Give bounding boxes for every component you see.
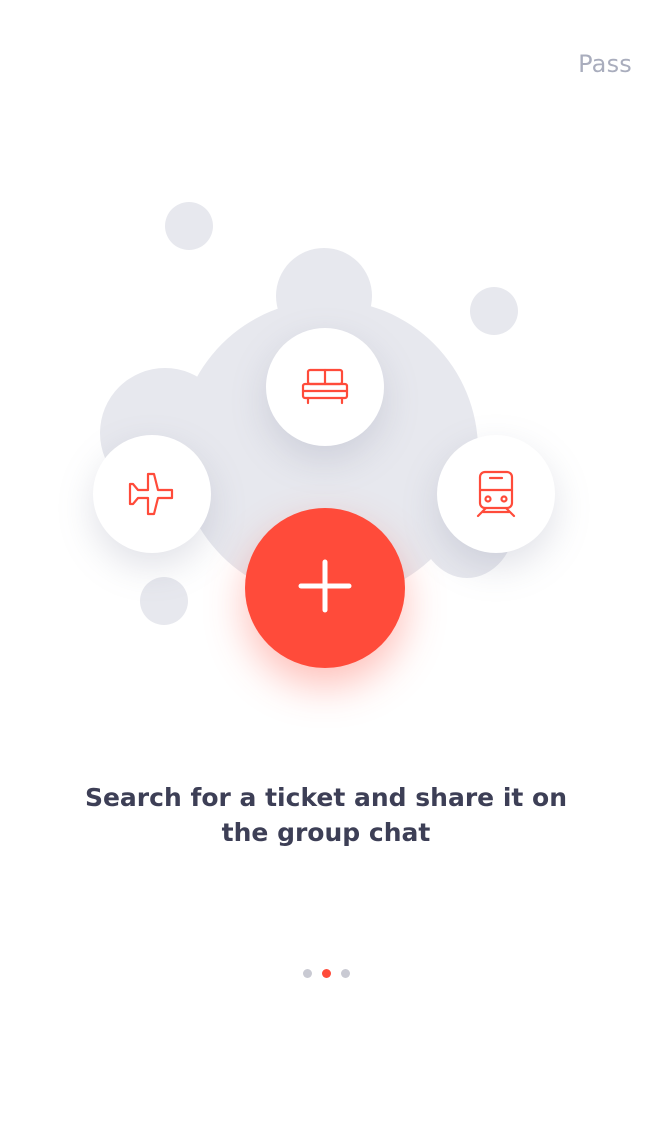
onboarding-caption: Search for a ticket and share it on the …	[84, 783, 568, 847]
add-button[interactable]	[245, 508, 405, 668]
onboarding-illustration	[0, 0, 652, 700]
plane-icon	[126, 468, 178, 520]
pagination-dots	[0, 969, 652, 978]
hotel-option[interactable]	[266, 328, 384, 446]
flight-option[interactable]	[93, 435, 211, 553]
page-dot-2[interactable]	[321, 969, 331, 978]
page-dot-3[interactable]	[340, 969, 350, 978]
plus-icon	[297, 558, 353, 618]
bed-icon	[300, 367, 350, 407]
background-blob	[165, 202, 213, 250]
background-blob	[140, 577, 188, 625]
train-option[interactable]	[437, 435, 555, 553]
page-dot-1[interactable]	[302, 969, 312, 978]
train-icon	[474, 468, 518, 520]
background-blob	[470, 287, 518, 335]
